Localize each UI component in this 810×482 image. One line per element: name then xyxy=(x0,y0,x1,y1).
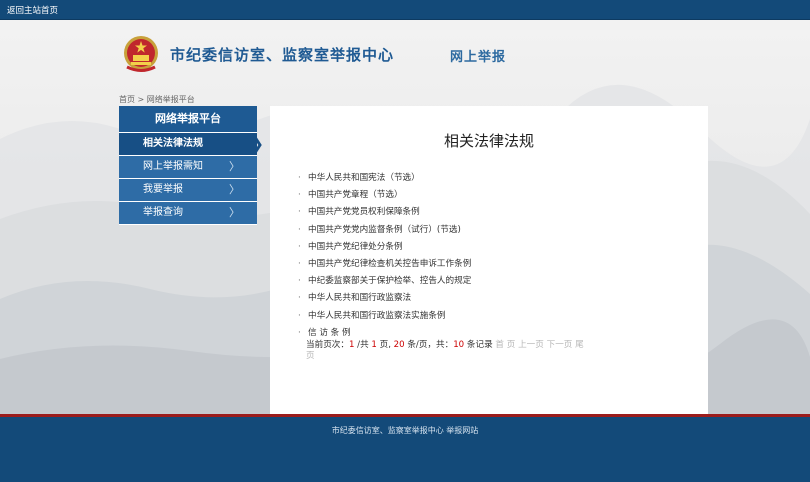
law-link[interactable]: 中国共产党章程（节选） xyxy=(308,190,403,200)
law-list: · 中华人民共和国宪法（节选） · 中国共产党章程（节选） · 中国共产党党员权利保障… xyxy=(298,170,471,342)
pagination: 当前页次：1 /共 1 页, 20 条/页，共：10 条记录 首 页 上一页 下… xyxy=(306,340,586,362)
national-emblem-icon xyxy=(124,36,158,72)
bullet-icon: · xyxy=(298,276,301,287)
law-link[interactable]: 中国共产党纪律处分条例 xyxy=(308,242,403,252)
chevron-right-icon: 〉 xyxy=(229,206,240,219)
sidebar-item-report-notice[interactable]: 网上举报需知 〉 xyxy=(119,156,257,179)
pager-per-page-unit: 条/页，共： xyxy=(404,340,454,350)
sidebar-title: 网络举报平台 xyxy=(119,106,257,133)
list-item[interactable]: · 中华人民共和国宪法（节选） xyxy=(298,170,471,187)
sidebar: 网络举报平台 相关法律法规 ❯ 网上举报需知 〉 我要举报 〉 举报查询 〉 xyxy=(119,106,264,225)
bullet-icon: · xyxy=(298,224,301,235)
list-item[interactable]: · 中纪委监察部关于保护检举、控告人的规定 xyxy=(298,273,471,290)
chevron-right-icon: ❯ xyxy=(250,134,264,153)
breadcrumb-home-link[interactable]: 首页 xyxy=(119,95,135,104)
bullet-icon: · xyxy=(298,258,301,269)
pager-records-unit: 条记录 xyxy=(464,340,496,350)
pager-per-page: 20 xyxy=(393,340,405,350)
bullet-icon: · xyxy=(298,207,301,218)
sidebar-item-label: 网上举报需知 xyxy=(143,161,203,172)
next-page-link[interactable]: 下一页 xyxy=(547,340,573,350)
bullet-icon: · xyxy=(298,293,301,304)
list-item[interactable]: · 中华人民共和国行政监察法实施条例 xyxy=(298,308,471,325)
bullet-icon: · xyxy=(298,190,301,201)
list-item[interactable]: · 中国共产党章程（节选） xyxy=(298,187,471,204)
pager-prefix: 当前页次： xyxy=(306,340,349,350)
sidebar-item-label: 相关法律法规 xyxy=(143,138,203,149)
sidebar-item-label: 我要举报 xyxy=(143,184,183,195)
law-link[interactable]: 中国共产党党员权利保障条例 xyxy=(308,207,420,217)
sidebar-item-submit-report[interactable]: 我要举报 〉 xyxy=(119,179,257,202)
list-item[interactable]: · 中国共产党党员权利保障条例 xyxy=(298,204,471,221)
law-link[interactable]: 中国共产党党内监督条例（试行）(节选) xyxy=(308,225,461,235)
sidebar-item-laws[interactable]: 相关法律法规 ❯ xyxy=(119,133,264,156)
breadcrumb-current-link[interactable]: 网络举报平台 xyxy=(147,95,195,104)
pager-page-unit: 页, xyxy=(376,340,394,350)
law-link[interactable]: 信 访 条 例 xyxy=(308,328,351,338)
breadcrumb: 首页 > 网络举报平台 xyxy=(119,94,195,105)
list-item[interactable]: · 中国共产党纪律检查机关控告申诉工作条例 xyxy=(298,256,471,273)
list-item[interactable]: · 中国共产党党内监督条例（试行）(节选) xyxy=(298,222,471,239)
pager-total-records: 10 xyxy=(453,340,465,350)
footer: 市纪委信访室、监察室举报中心 举报网站 xyxy=(0,417,810,482)
site-title: 市纪委信访室、监察室举报中心 xyxy=(170,46,395,64)
list-item[interactable]: · 中华人民共和国行政监察法 xyxy=(298,290,471,307)
top-bar: 返回主站首页 xyxy=(0,0,810,20)
first-page-link[interactable]: 首 页 xyxy=(495,340,515,350)
list-item[interactable]: · 中国共产党纪律处分条例 xyxy=(298,239,471,256)
return-home-link[interactable]: 返回主站首页 xyxy=(7,4,58,16)
chevron-right-icon: 〉 xyxy=(229,160,240,173)
bullet-icon: · xyxy=(298,173,301,183)
bullet-icon: · xyxy=(298,241,301,252)
prev-page-link[interactable]: 上一页 xyxy=(518,340,544,350)
sidebar-item-label: 举报查询 xyxy=(143,207,183,218)
chevron-right-icon: 〉 xyxy=(229,183,240,196)
site-subtitle: 网上举报 xyxy=(450,50,507,65)
page-title: 相关法律法规 xyxy=(443,132,534,150)
breadcrumb-separator: > xyxy=(137,95,145,104)
content-panel: 相关法律法规 · 中华人民共和国宪法（节选） · 中国共产党章程（节选） · 中国共产… xyxy=(270,106,708,414)
pager-total-prefix: /共 xyxy=(354,340,372,350)
sidebar-item-report-query[interactable]: 举报查询 〉 xyxy=(119,202,257,225)
bullet-icon: · xyxy=(298,310,301,321)
law-link[interactable]: 中纪委监察部关于保护检举、控告人的规定 xyxy=(308,276,471,286)
law-link[interactable]: 中华人民共和国行政监察法实施条例 xyxy=(308,311,446,321)
footer-copyright: 市纪委信访室、监察室举报中心 举报网站 xyxy=(331,426,479,435)
law-link[interactable]: 中华人民共和国宪法（节选） xyxy=(308,173,420,183)
law-link[interactable]: 中华人民共和国行政监察法 xyxy=(308,293,411,303)
law-link[interactable]: 中国共产党纪律检查机关控告申诉工作条例 xyxy=(308,259,471,269)
